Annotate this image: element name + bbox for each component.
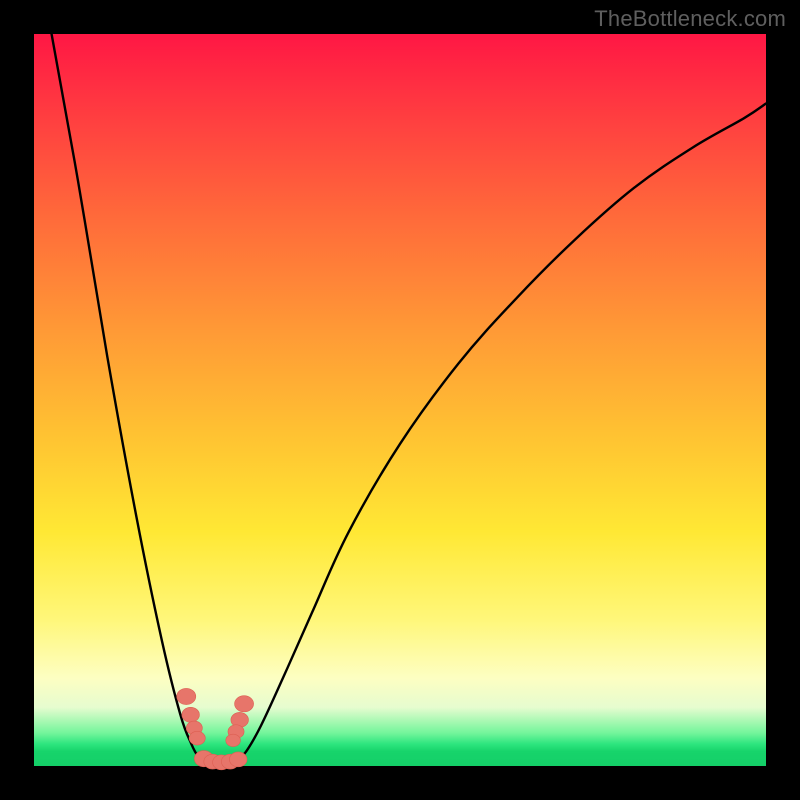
bead-marker (226, 734, 241, 746)
curve-layer (34, 34, 766, 766)
bead-marker (235, 696, 254, 712)
bead-marker (182, 707, 200, 722)
bottleneck-curve (52, 34, 766, 765)
bead-marker (229, 752, 247, 767)
plot-area (34, 34, 766, 766)
marker-beads (177, 688, 254, 769)
bead-marker (177, 688, 196, 704)
watermark-text: TheBottleneck.com (594, 6, 786, 32)
bead-marker (189, 731, 205, 745)
chart-frame: TheBottleneck.com (0, 0, 800, 800)
